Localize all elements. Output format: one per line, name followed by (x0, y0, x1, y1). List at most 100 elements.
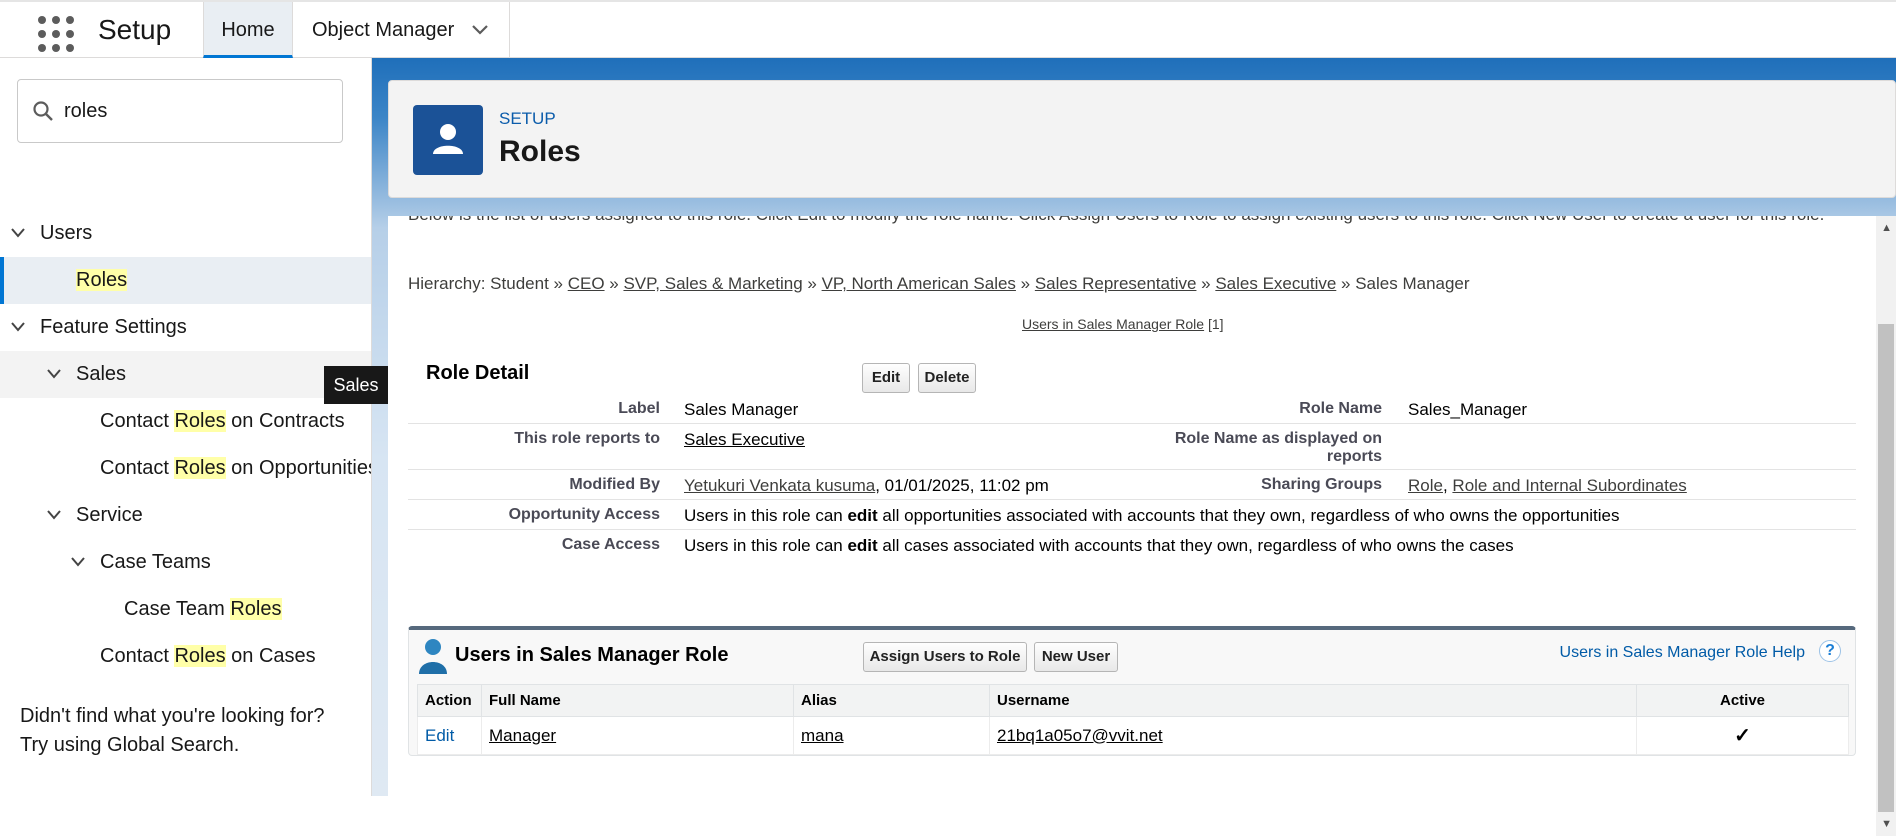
related-list-help-link[interactable]: Users in Sales Manager Role Help (1560, 644, 1805, 662)
sharing-sep: , (1442, 476, 1453, 495)
hierarchy-link-sales-rep[interactable]: Sales Representative (1035, 274, 1197, 293)
column-header-username[interactable]: Username (989, 684, 1637, 717)
tree-label-post: on Opportunities (225, 457, 372, 479)
sharing-group-role-link[interactable]: Role (1408, 476, 1443, 495)
users-table: Action Full Name Alias Username Active E… (417, 684, 1849, 755)
new-user-button[interactable]: New User (1034, 642, 1118, 672)
user-role-icon (413, 105, 483, 175)
tab-object-manager[interactable]: Object Manager (294, 2, 510, 58)
tree-node-feature-settings[interactable]: Feature Settings (0, 304, 371, 351)
column-header-alias[interactable]: Alias (793, 684, 990, 717)
field-label: Role Name as displayed on reports (1174, 430, 1382, 465)
tree-label-post: on Cases (225, 645, 316, 667)
related-list-link: Users in Sales Manager Role [1] (1022, 316, 1224, 332)
tree-label-users: Users (40, 222, 93, 244)
tree-node-sales[interactable]: Sales (0, 351, 371, 398)
detail-row: Label Sales Manager Role Name Sales_Mana… (408, 394, 1856, 424)
related-list-count: [1] (1207, 316, 1224, 332)
tree-node-case-teams[interactable]: Case Teams (0, 539, 371, 586)
quick-find-box[interactable] (17, 79, 343, 143)
user-icon (419, 639, 447, 674)
hierarchy-link-sales-exec[interactable]: Sales Executive (1215, 274, 1336, 293)
chevron-down-icon[interactable] (471, 24, 489, 36)
column-header-action: Action (417, 684, 482, 717)
detail-row: Opportunity Access Users in this role ca… (408, 500, 1856, 530)
row-edit-link[interactable]: Edit (425, 726, 454, 745)
hierarchy-link-vp[interactable]: VP, North American Sales (822, 274, 1016, 293)
tree-label-pre: Contact (100, 410, 175, 432)
app-name: Setup (98, 14, 172, 45)
opp-post: all opportunities associated with accoun… (877, 506, 1620, 525)
hierarchy-sep: » (1015, 274, 1035, 293)
tree-node-contact-roles-opportunities[interactable]: Contact Roles on Opportunities (0, 445, 372, 492)
tree-node-contact-roles-contracts[interactable]: Contact Roles on Contracts (0, 398, 371, 445)
table-row: Edit Manager mana 21bq1a05o7@vvit.net ✓ (417, 716, 1849, 755)
page-title: Roles (499, 135, 581, 168)
chevron-down-icon[interactable] (10, 227, 26, 239)
active-checkmark-icon: ✓ (1636, 716, 1849, 755)
tab-object-manager-label: Object Manager (312, 19, 455, 41)
related-list-users-link[interactable]: Users in Sales Manager Role (1022, 316, 1204, 332)
field-label: Sharing Groups (1261, 476, 1382, 493)
field-value-reports-to[interactable]: Sales Executive (684, 430, 805, 450)
related-list-title: Users in Sales Manager Role (455, 644, 729, 666)
chevron-down-icon[interactable] (70, 556, 86, 568)
page-header: SETUP Roles (388, 80, 1896, 198)
sharing-group-internal-link[interactable]: Role and Internal Subordinates (1452, 476, 1686, 495)
delete-button[interactable]: Delete (918, 363, 976, 393)
vertical-scrollbar[interactable]: ▲ ▼ (1876, 216, 1896, 836)
scroll-up-arrow-icon[interactable]: ▲ (1881, 222, 1892, 234)
case-pre: Users in this role can (684, 536, 848, 555)
search-icon (33, 101, 53, 121)
scroll-down-arrow-icon[interactable]: ▼ (1881, 818, 1892, 830)
field-value-sharing-groups: Role, Role and Internal Subordinates (1408, 476, 1687, 496)
chevron-down-icon[interactable] (46, 509, 62, 521)
main-content: SETUP Roles Below is the list of users a… (372, 58, 1896, 836)
column-header-active[interactable]: Active (1636, 684, 1849, 717)
hierarchy-link-ceo[interactable]: CEO (568, 274, 605, 293)
tab-home[interactable]: Home (203, 2, 293, 58)
field-label: This role reports to (514, 430, 660, 447)
chevron-down-icon[interactable] (10, 321, 26, 333)
search-highlight: Roles (174, 457, 226, 479)
detail-row: This role reports to Sales Executive Rol… (408, 424, 1856, 470)
modified-by-user-link[interactable]: Yetukuri Venkata kusuma (684, 476, 875, 495)
search-highlight: Roles (174, 410, 226, 432)
intro-text: Below is the list of users assigned to t… (408, 216, 1858, 226)
field-value-label: Sales Manager (684, 400, 799, 419)
tree-node-users[interactable]: Users (0, 210, 371, 257)
assign-users-button[interactable]: Assign Users to Role (863, 642, 1027, 672)
scrollbar-thumb[interactable] (1878, 324, 1894, 812)
quick-find-input[interactable] (64, 92, 324, 130)
row-full-name-link[interactable]: Manager (489, 726, 556, 745)
role-hierarchy: Hierarchy: Student » CEO » SVP, Sales & … (408, 274, 1470, 294)
hierarchy-sep: » (1196, 274, 1216, 293)
modified-by-date: , 01/01/2025, 11:02 pm (875, 476, 1049, 495)
field-label: Case Access (561, 536, 660, 553)
setup-sidebar: Users Roles Feature Settings Sales Conta… (0, 58, 372, 796)
role-detail-title: Role Detail (426, 362, 530, 384)
tree-label-pre: Contact (100, 645, 175, 667)
help-icon[interactable]: ? (1819, 640, 1841, 662)
not-found-line2: Try using Global Search. (20, 734, 240, 756)
tree-node-service[interactable]: Service (0, 492, 371, 539)
tree-label-service: Service (76, 504, 143, 526)
column-header-full-name[interactable]: Full Name (481, 684, 794, 717)
row-username-link[interactable]: 21bq1a05o7@vvit.net (997, 726, 1163, 745)
tree-node-case-team-roles[interactable]: Case Team Roles (0, 586, 371, 633)
edit-button[interactable]: Edit (862, 363, 910, 393)
tree-node-roles[interactable]: Roles (0, 257, 371, 304)
row-alias-link[interactable]: mana (801, 726, 844, 745)
hierarchy-sep: » (1336, 274, 1356, 293)
tree-label-sales: Sales (76, 363, 127, 385)
chevron-down-icon[interactable] (46, 368, 62, 380)
table-header-row: Action Full Name Alias Username Active (417, 684, 1849, 717)
tree-node-contact-roles-cases[interactable]: Contact Roles on Cases (0, 633, 371, 680)
not-found-message: Didn't find what you're looking for? Try… (20, 702, 324, 760)
role-detail-frame: Below is the list of users assigned to t… (388, 216, 1896, 836)
hierarchy-link-svp[interactable]: SVP, Sales & Marketing (623, 274, 802, 293)
app-launcher-icon[interactable] (36, 14, 76, 54)
field-value-opportunity-access: Users in this role can edit all opportun… (684, 506, 1620, 526)
tooltip: Sales (324, 366, 388, 404)
tree-label-case-teams: Case Teams (100, 551, 211, 573)
